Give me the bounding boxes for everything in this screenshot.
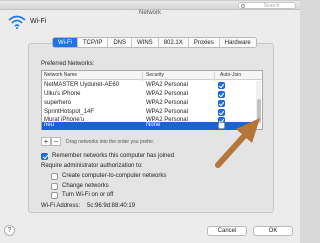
cancel-button[interactable]: Cancel [207,226,247,236]
wifi-icon [8,15,26,29]
help-button[interactable]: ? [4,225,15,236]
wifi-address-value: 5c:96:9d:88:40:19 [87,203,136,209]
auto-join-checkbox[interactable] [218,109,225,116]
network-name: Ulku's iPhone [44,91,81,97]
tab-tcpip[interactable]: TCP/IP [78,38,109,47]
wifi-address-label: Wi-Fi Address: [41,203,81,209]
tab-bar: Wi-Fi TCP/IP DNS WINS 802.1X Proxies Har… [52,37,257,48]
network-name: SprintHotspot_14F [44,109,95,115]
checkbox[interactable] [41,153,48,160]
network-window: Network Search Wi-Fi Wi-Fi TCP/IP DNS WI… [0,0,300,243]
column-security[interactable]: Security [146,72,164,78]
search-placeholder: Search [263,3,280,9]
tab-hardware[interactable]: Hardware [219,38,256,47]
search-input[interactable]: Search [238,2,296,9]
tab-dns[interactable]: DNS [108,38,133,47]
checkbox[interactable] [51,183,58,190]
remember-networks-label: Remember networks this computer has join… [52,153,175,159]
tab-proxies[interactable]: Proxies [188,38,220,47]
column-divider [142,72,143,81]
table-row[interactable]: Ulku's iPhone WPA2 Personal [42,90,256,99]
interface-title: Wi-Fi [30,18,47,25]
table-row[interactable]: NetMASTER Uydunet-AE60 WPA2 Personal [42,81,256,90]
tab-wins[interactable]: WINS [132,38,159,47]
toggle-wifi-checkbox[interactable]: Turn Wi-Fi on or off [51,192,151,200]
column-divider [214,72,215,81]
drag-hint: Drag networks into the order you prefer. [66,139,155,145]
auto-join-checkbox[interactable] [218,91,225,98]
network-name: NetMASTER Uydunet-AE60 [44,82,120,88]
network-security: WPA2 Personal [146,91,188,97]
table-row-selected[interactable]: neu None [42,122,256,130]
column-network-name[interactable]: Network Name [44,72,77,78]
auto-join-checkbox[interactable] [218,100,225,107]
remember-networks-checkbox[interactable]: Remember networks this computer has join… [41,153,241,161]
checkbox[interactable] [51,192,58,199]
window-title: Network [138,10,161,16]
require-admin-label: Require administrator authorization to: [41,163,143,169]
table-row[interactable]: superhero WPA2 Personal [42,99,256,108]
add-network-button[interactable]: + [41,137,51,146]
search-icon [241,4,245,8]
network-security: None [146,122,161,128]
table-header: Network Name Security Auto-Join [42,71,262,81]
auto-join-checkbox[interactable] [218,122,225,129]
change-networks-label: Change networks [62,183,109,189]
toggle-wifi-label: Turn Wi-Fi on or off [62,192,114,198]
create-network-label: Create computer-to-computer networks [62,173,167,179]
network-security: WPA2 Personal [146,109,188,115]
change-networks-checkbox[interactable]: Change networks [51,183,151,191]
network-name: superhero [44,100,72,106]
network-security: WPA2 Personal [146,100,188,106]
title-bar: Network Search [0,1,300,16]
network-security: WPA2 Personal [146,82,188,88]
checkbox[interactable] [51,173,58,180]
ok-button[interactable]: OK [253,226,293,236]
tab-8021x[interactable]: 802.1X [158,38,189,47]
remove-network-button[interactable]: − [51,137,61,146]
tab-wifi[interactable]: Wi-Fi [53,38,78,47]
scrollbar-thumb[interactable] [257,99,261,123]
create-network-checkbox[interactable]: Create computer-to-computer networks [51,173,211,181]
network-name: neu [44,122,55,128]
column-auto-join[interactable]: Auto-Join [220,72,241,78]
auto-join-checkbox[interactable] [218,82,225,89]
preferred-networks-label: Preferred Networks: [41,61,95,67]
preferred-networks-table: Network Name Security Auto-Join NetMASTE… [41,70,263,130]
